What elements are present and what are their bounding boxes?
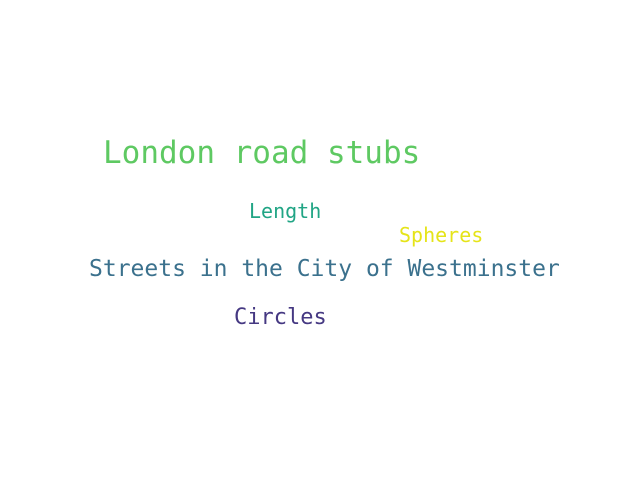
word-length: Length — [249, 199, 322, 223]
word-spheres: Spheres — [399, 223, 484, 247]
word-circles: Circles — [234, 305, 327, 330]
word-streets-in-the-city-of-westminster: Streets in the City of Westminster — [89, 256, 560, 282]
word-london-road-stubs: London road stubs — [103, 135, 421, 171]
